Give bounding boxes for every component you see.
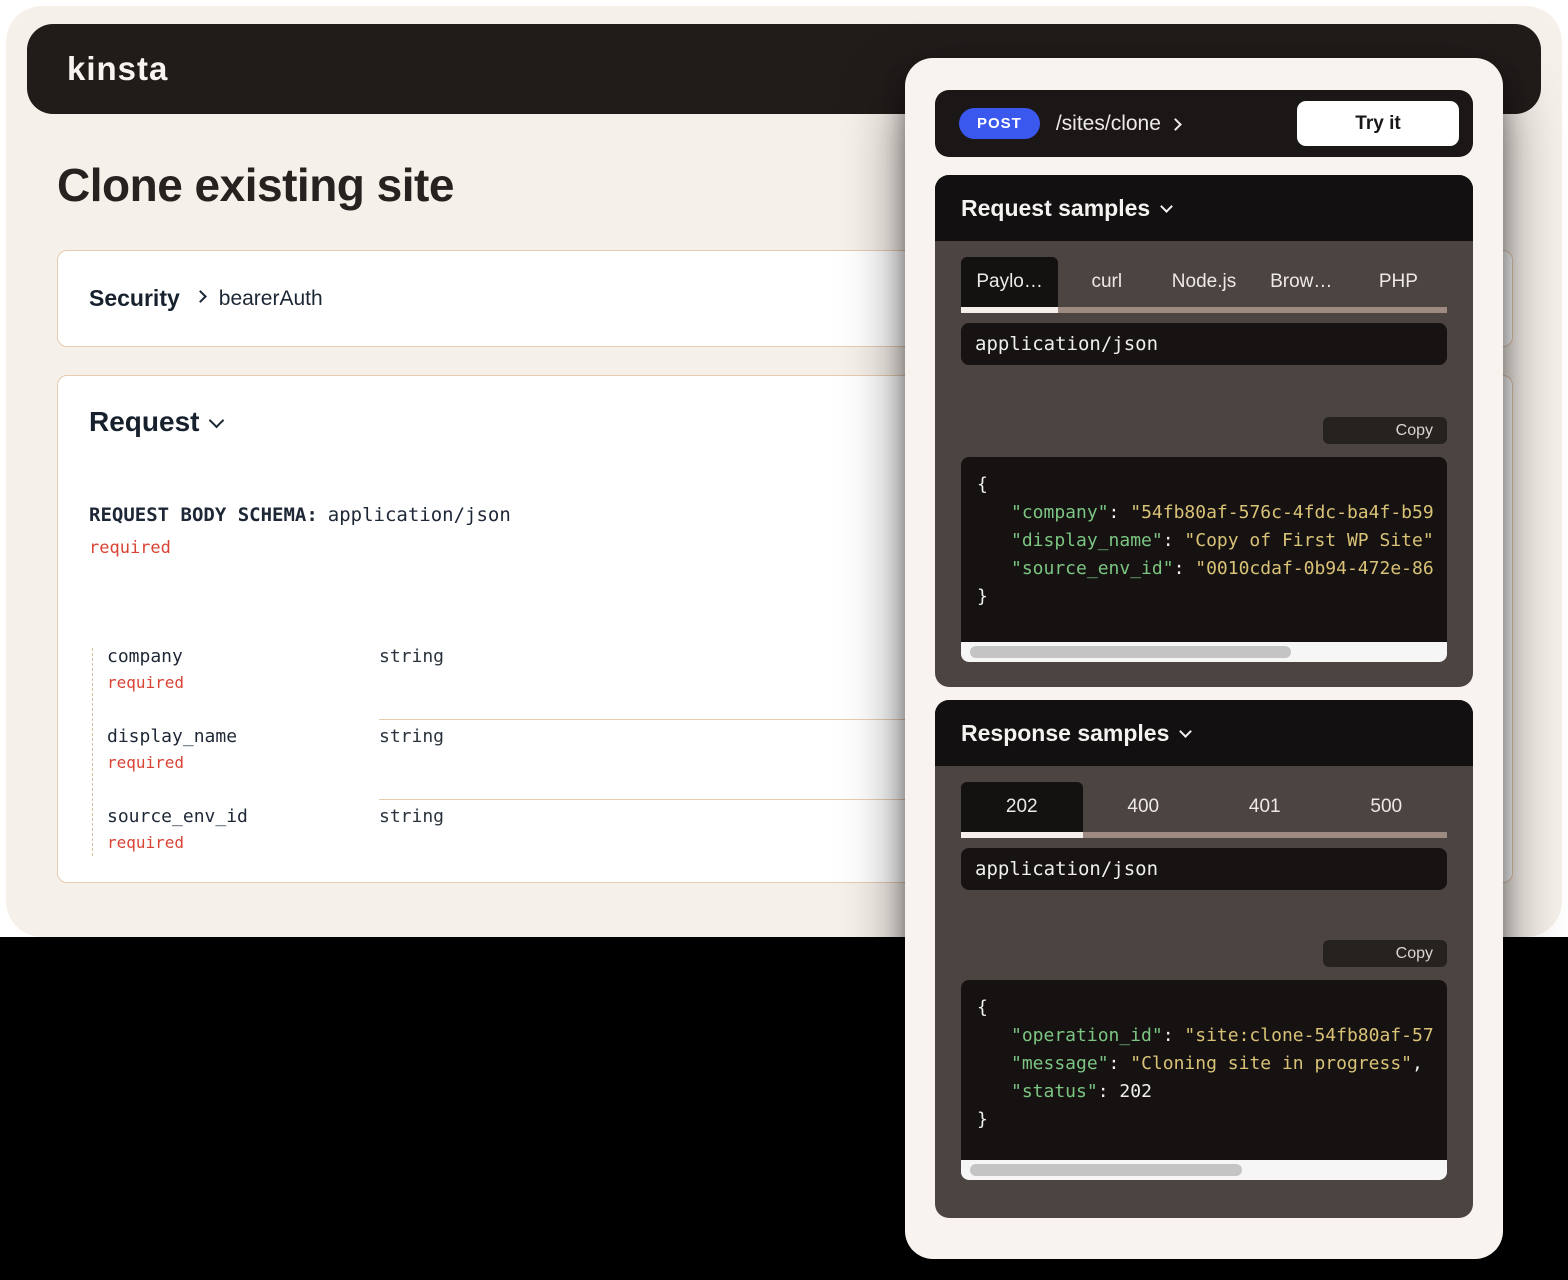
code-line: "display_name": "Copy of First WP Site" bbox=[977, 527, 1447, 555]
code-line: "status": 202 bbox=[977, 1078, 1447, 1106]
page: kinsta Clone existing site Security bear… bbox=[0, 0, 1568, 1280]
request-code: {"company": "54fb80af-576c-4fdc-ba4f-b59… bbox=[961, 457, 1447, 611]
active-tab-underline bbox=[961, 832, 1083, 838]
api-sample-panel: POST /sites/clone Try it Request samples… bbox=[905, 58, 1503, 1259]
response-samples-tabs: 202400401500 bbox=[961, 782, 1447, 832]
request-samples-title: Request samples bbox=[961, 195, 1150, 222]
active-tab-underline bbox=[961, 307, 1058, 313]
chevron-down-icon bbox=[209, 412, 225, 428]
chevron-down-icon bbox=[1180, 725, 1193, 738]
response-samples-panel: Response samples 202400401500 applicatio… bbox=[935, 700, 1473, 1218]
tab-500[interactable]: 500 bbox=[1326, 782, 1448, 832]
code-line: "source_env_id": "0010cdaf-0b94-472e-86 bbox=[977, 555, 1447, 583]
tab-underline bbox=[961, 307, 1447, 313]
response-samples-title: Response samples bbox=[961, 720, 1169, 747]
response-code-block: {"operation_id": "site:clone-54fb80af-57… bbox=[961, 980, 1447, 1180]
request-code-block: {"company": "54fb80af-576c-4fdc-ba4f-b59… bbox=[961, 457, 1447, 662]
field-name: company bbox=[107, 646, 379, 667]
field-required-badge: required bbox=[107, 673, 379, 692]
request-samples-panel: Request samples Paylo…curlNode.jsBrow…PH… bbox=[935, 175, 1473, 687]
tab-nodejs[interactable]: Node.js bbox=[1155, 257, 1252, 307]
request-samples-header[interactable]: Request samples bbox=[935, 175, 1473, 241]
response-samples-header[interactable]: Response samples bbox=[935, 700, 1473, 766]
field-required-badge: required bbox=[107, 833, 379, 852]
schema-required-badge: required bbox=[89, 538, 171, 558]
code-line: { bbox=[977, 994, 1447, 1022]
field-required-badge: required bbox=[107, 753, 379, 772]
horizontal-scrollbar[interactable] bbox=[961, 1160, 1447, 1180]
schema-value: application/json bbox=[328, 504, 511, 526]
endpoint-path[interactable]: /sites/clone bbox=[1056, 112, 1161, 136]
field-name: source_env_id bbox=[107, 806, 379, 827]
copy-button[interactable]: Copy bbox=[1323, 417, 1447, 444]
scrollbar-thumb[interactable] bbox=[970, 1164, 1242, 1176]
kinsta-logo: kinsta bbox=[67, 50, 168, 88]
tab-underline bbox=[961, 832, 1447, 838]
response-code: {"operation_id": "site:clone-54fb80af-57… bbox=[961, 980, 1447, 1134]
tab-paylo[interactable]: Paylo… bbox=[961, 257, 1058, 307]
content-type-box: application/json bbox=[961, 323, 1447, 365]
security-label: Security bbox=[89, 285, 180, 312]
code-line: } bbox=[977, 1106, 1447, 1134]
request-title: Request bbox=[89, 406, 199, 438]
tab-php[interactable]: PHP bbox=[1350, 257, 1447, 307]
security-value: bearerAuth bbox=[219, 287, 323, 311]
code-line: { bbox=[977, 471, 1447, 499]
tab-401[interactable]: 401 bbox=[1204, 782, 1326, 832]
tab-202[interactable]: 202 bbox=[961, 782, 1083, 832]
chevron-down-icon bbox=[1160, 200, 1173, 213]
code-line: "message": "Cloning site in progress", bbox=[977, 1050, 1447, 1078]
horizontal-scrollbar[interactable] bbox=[961, 642, 1447, 662]
code-line: } bbox=[977, 583, 1447, 611]
content-type-box: application/json bbox=[961, 848, 1447, 890]
request-samples-tabs: Paylo…curlNode.jsBrow…PHP bbox=[961, 257, 1447, 307]
tab-400[interactable]: 400 bbox=[1083, 782, 1205, 832]
tab-curl[interactable]: curl bbox=[1058, 257, 1155, 307]
schema-line: REQUEST BODY SCHEMA: application/json bbox=[89, 504, 511, 526]
field-guide-line bbox=[92, 648, 93, 856]
tab-brow[interactable]: Brow… bbox=[1253, 257, 1350, 307]
field-name: display_name bbox=[107, 726, 379, 747]
code-line: "company": "54fb80af-576c-4fdc-ba4f-b59 bbox=[977, 499, 1447, 527]
code-line: "operation_id": "site:clone-54fb80af-57 bbox=[977, 1022, 1447, 1050]
copy-button[interactable]: Copy bbox=[1323, 940, 1447, 967]
try-it-button[interactable]: Try it bbox=[1297, 101, 1459, 146]
endpoint-bar: POST /sites/clone Try it bbox=[935, 90, 1473, 157]
page-title: Clone existing site bbox=[57, 158, 454, 212]
chevron-right-icon bbox=[1169, 118, 1182, 131]
http-method-badge: POST bbox=[959, 108, 1040, 139]
schema-label: REQUEST BODY SCHEMA: bbox=[89, 504, 318, 526]
scrollbar-thumb[interactable] bbox=[970, 646, 1291, 658]
chevron-right-icon bbox=[194, 290, 207, 303]
